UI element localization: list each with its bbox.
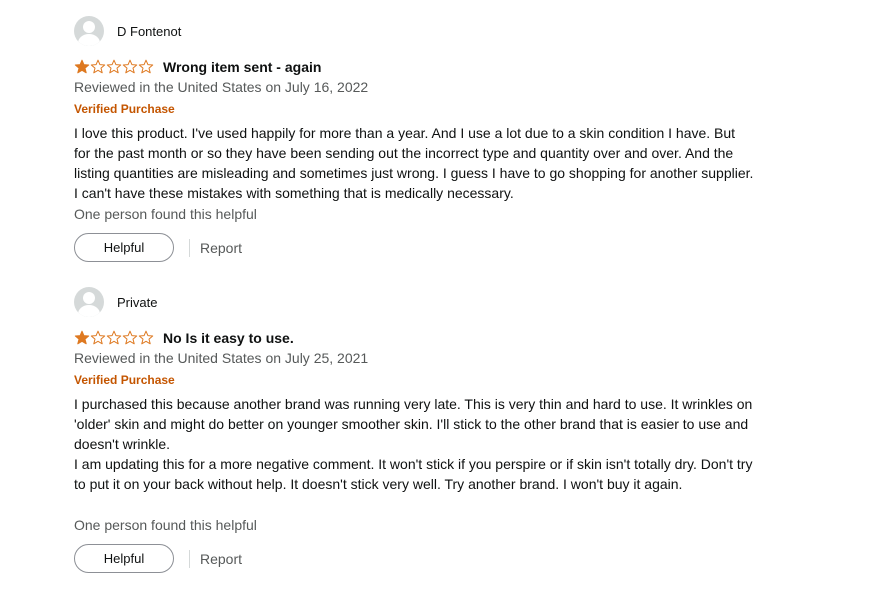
review-body: I love this product. I've used happily f… — [74, 123, 754, 203]
avatar-icon — [74, 287, 104, 317]
verified-purchase-badge: Verified Purchase — [74, 102, 175, 116]
helpful-count: One person found this helpful — [74, 206, 257, 222]
reviewer-profile[interactable]: D Fontenot — [74, 16, 181, 46]
helpful-button[interactable]: Helpful — [74, 544, 174, 573]
review-body-paragraph: I love this product. I've used happily f… — [74, 125, 754, 201]
review-date: Reviewed in the United States on July 16… — [74, 79, 369, 95]
review-title-row: Wrong item sent - again — [74, 57, 321, 77]
review-date: Reviewed in the United States on July 25… — [74, 350, 369, 366]
star-empty-icon — [138, 59, 154, 74]
star-filled-icon — [74, 330, 90, 345]
reviewer-name: D Fontenot — [117, 23, 182, 39]
review-body-paragraph: I purchased this because another brand w… — [74, 396, 753, 452]
avatar-icon — [74, 16, 104, 46]
star-empty-icon — [106, 330, 122, 345]
reviewer-name: Private — [117, 294, 158, 310]
helpful-count: One person found this helpful — [74, 517, 257, 533]
report-link[interactable]: Report — [200, 240, 242, 256]
star-empty-icon — [138, 330, 154, 345]
star-empty-icon — [90, 59, 106, 74]
divider — [189, 549, 190, 568]
star-empty-icon — [106, 59, 122, 74]
helpful-button[interactable]: Helpful — [74, 233, 174, 262]
review-title-row: No Is it easy to use. — [74, 328, 294, 348]
star-rating[interactable] — [74, 330, 154, 346]
verified-purchase-badge: Verified Purchase — [74, 373, 175, 387]
review-title[interactable]: No Is it easy to use. — [163, 330, 294, 346]
star-empty-icon — [122, 330, 138, 345]
review-title[interactable]: Wrong item sent - again — [163, 59, 321, 75]
reviewer-profile[interactable]: Private — [74, 287, 157, 317]
star-filled-icon — [74, 59, 90, 74]
star-rating[interactable] — [74, 59, 154, 75]
star-empty-icon — [122, 59, 138, 74]
review-actions: Helpful Report — [74, 233, 242, 262]
review-body-paragraph: I am updating this for a more negative c… — [74, 456, 753, 492]
star-empty-icon — [90, 330, 106, 345]
report-link[interactable]: Report — [200, 551, 242, 567]
divider — [189, 238, 190, 257]
review-actions: Helpful Report — [74, 544, 242, 573]
review-body: I purchased this because another brand w… — [74, 394, 754, 494]
